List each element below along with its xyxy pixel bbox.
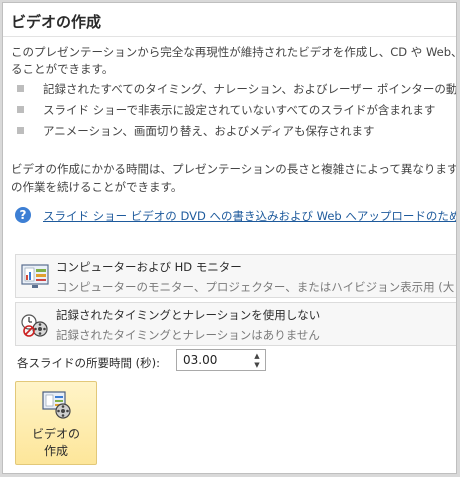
monitor-chart-icon	[21, 264, 49, 288]
create-video-label: ビデオの 作成	[31, 427, 80, 458]
bullet-marker	[17, 127, 24, 134]
intro-text-line2: ることができます。	[11, 62, 114, 76]
create-video-panel: ビデオの作成 このプレゼンテーションから完全な再現性が維持されたビデオを作成し、…	[2, 2, 457, 474]
seconds-per-slide-label: 各スライドの所要時間 (秒):	[17, 356, 161, 370]
duration-note-line1: ビデオの作成にかかる時間は、プレゼンテーションの長さと複雑さによって異なります。…	[11, 162, 457, 176]
seconds-per-slide-stepper[interactable]: 03.00 ▲ ▼	[176, 349, 266, 371]
bullet-marker	[17, 106, 24, 113]
seconds-per-slide-value[interactable]: 03.00	[183, 353, 217, 367]
no-timing-film-icon	[21, 314, 48, 337]
duration-note-line2: の作業を続けることができます。	[11, 180, 183, 194]
bullet-item: 記録されたすべてのタイミング、ナレーション、およびレーザー ポインターの動きが組	[43, 82, 457, 96]
create-video-button[interactable]: ビデオの 作成	[15, 381, 97, 465]
timing-option-description: 記録されたタイミングとナレーションはありません	[56, 328, 320, 342]
title-divider	[3, 36, 456, 37]
quality-dropdown[interactable]: コンピューターおよび HD モニター コンピューターのモニター、プロジェクター、…	[15, 254, 457, 298]
panel-title: ビデオの作成	[11, 13, 102, 31]
bullet-item: アニメーション、画面切り替え、およびメディアも保存されます	[43, 124, 375, 138]
help-question-icon[interactable]: ?	[15, 207, 31, 223]
create-video-icon	[42, 391, 71, 419]
intro-text-line1: このプレゼンテーションから完全な再現性が維持されたビデオを作成し、CD や We…	[11, 45, 457, 59]
quality-option-description: コンピューターのモニター、プロジェクター、またはハイビジョン表示用 (大 ― 9…	[56, 280, 457, 294]
timing-dropdown[interactable]: 記録されたタイミングとナレーションを使用しない 記録されたタイミングとナレーショ…	[15, 302, 456, 346]
help-link[interactable]: スライド ショー ビデオの DVD への書き込みおよび Web へアップロードの…	[43, 208, 456, 224]
bullet-marker	[17, 85, 24, 92]
timing-option-title: 記録されたタイミングとナレーションを使用しない	[56, 308, 321, 322]
quality-option-title: コンピューターおよび HD モニター	[56, 260, 242, 274]
bullet-item: スライド ショーで非表示に設定されていないすべてのスライドが含まれます	[43, 103, 436, 117]
stepper-arrows: ▲ ▼	[251, 350, 263, 370]
stepper-down-icon[interactable]: ▼	[251, 360, 263, 370]
